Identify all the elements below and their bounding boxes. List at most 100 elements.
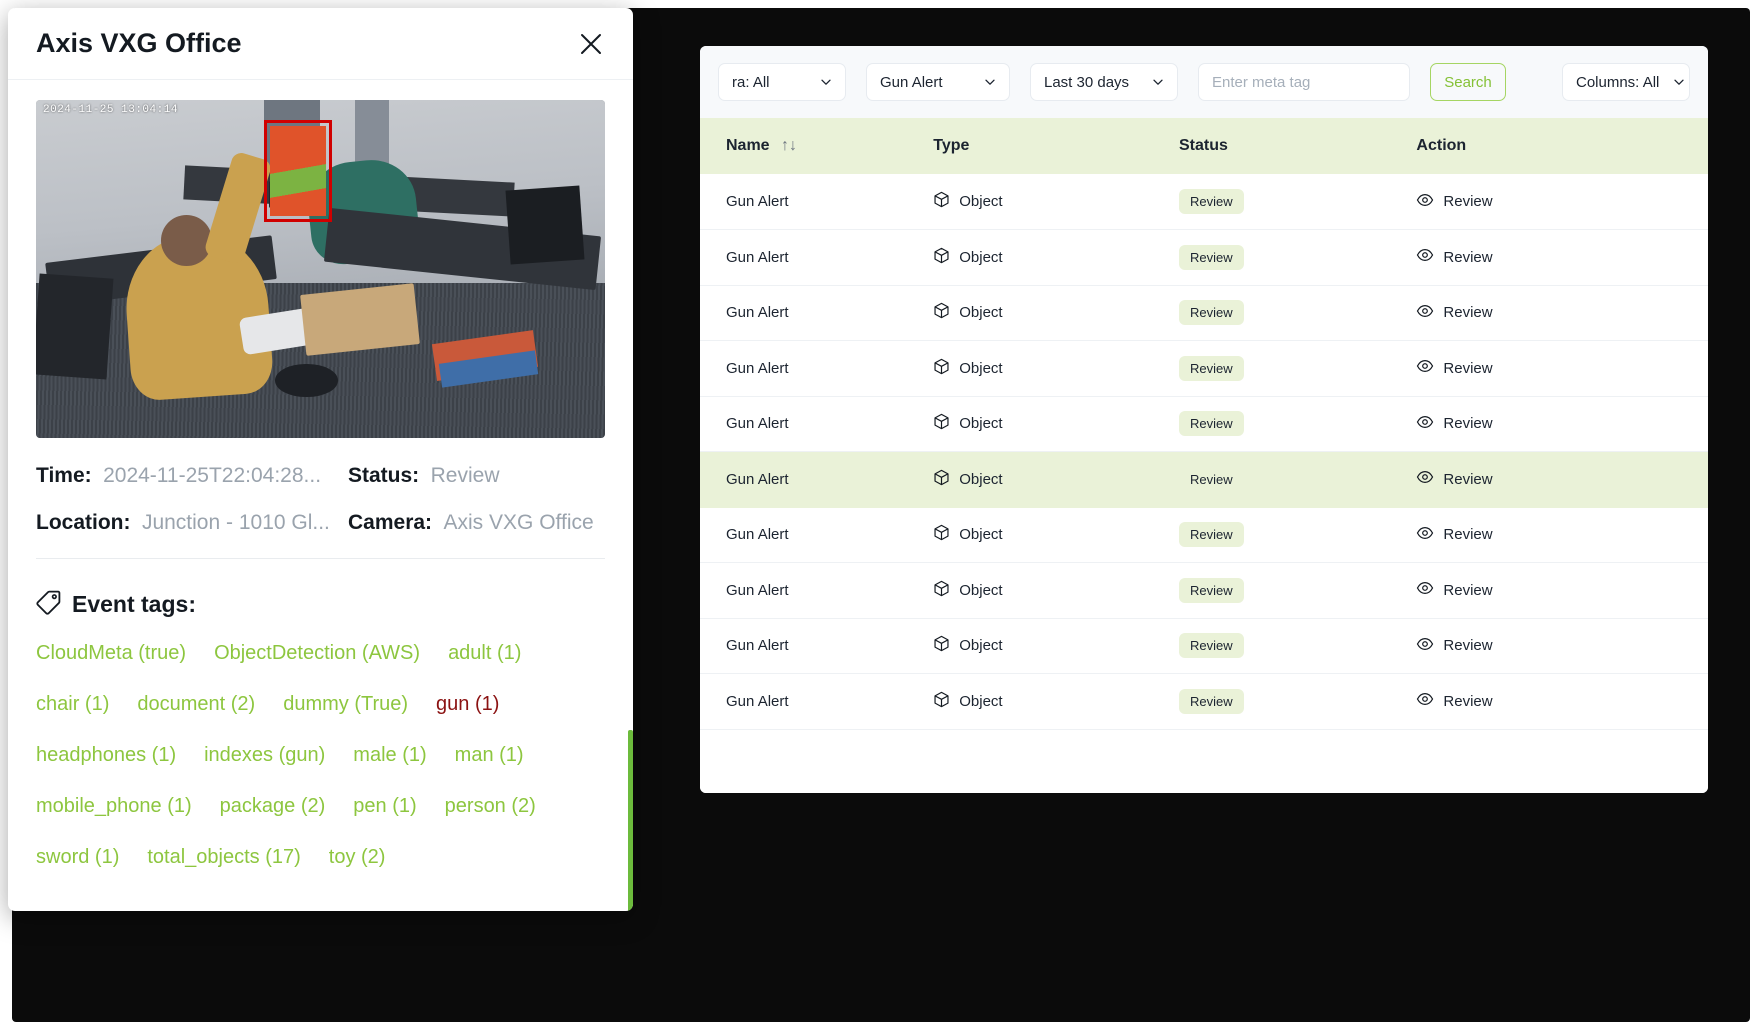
event-tag[interactable]: ObjectDetection (AWS) — [214, 642, 420, 665]
chevron-down-icon — [1673, 76, 1685, 88]
cell-action: Review — [1416, 618, 1708, 674]
cell-action: Review — [1416, 451, 1708, 508]
status-badge: Review — [1179, 411, 1244, 437]
camera-snapshot-large[interactable]: 2024-11-25 13:04:14 — [36, 100, 605, 438]
search-button[interactable]: Search — [1430, 63, 1506, 101]
tags-scrollbar-large[interactable] — [628, 730, 633, 911]
filters-toolbar: ra: All Gun Alert Last 30 days Searc — [700, 46, 1708, 118]
screen-root: ra: All Gun Alert Last 30 days Searc — [0, 0, 1762, 1030]
cell-type-label: Object — [959, 304, 1003, 322]
cell-type: Object — [933, 174, 1179, 230]
status-label: Status: — [348, 464, 420, 487]
event-type-filter-select[interactable]: Gun Alert — [866, 63, 1010, 101]
cell-action: Review — [1416, 174, 1708, 230]
columns-filter-select[interactable]: Columns: All — [1562, 63, 1690, 101]
meta-tag-input[interactable] — [1198, 63, 1410, 101]
cell-status: Review — [1179, 618, 1417, 674]
sort-arrows-icon[interactable]: ↑↓ — [781, 137, 797, 154]
review-action-button[interactable]: Review — [1416, 357, 1708, 379]
event-tag[interactable]: headphones (1) — [36, 744, 176, 767]
review-action-button[interactable]: Review — [1416, 302, 1708, 324]
status-badge: Review — [1179, 688, 1244, 714]
cell-action: Review — [1416, 562, 1708, 619]
date-range-filter-value: Last 30 days — [1044, 73, 1130, 91]
event-detail-modal-body: 2024-11-25 13:04:14 Time: 2024-11-25T22:… — [8, 100, 633, 911]
event-tag[interactable]: document (2) — [137, 693, 255, 716]
review-action-label: Review — [1443, 304, 1493, 322]
cube-icon — [933, 191, 950, 212]
detail-row-time-status: Time: 2024-11-25T22:04:28... Status: Rev… — [36, 464, 605, 488]
table-row[interactable]: Gun Alert Object Review Review — [700, 562, 1708, 619]
status-badge: Review — [1179, 189, 1244, 214]
cube-icon — [933, 580, 950, 601]
cube-icon — [933, 358, 950, 379]
date-range-filter-select[interactable]: Last 30 days — [1030, 63, 1178, 101]
cell-name: Gun Alert — [700, 673, 934, 730]
review-action-button[interactable]: Review — [1416, 191, 1708, 213]
table-row[interactable]: Gun Alert Object Review Review — [700, 174, 1708, 230]
review-action-label: Review — [1443, 415, 1493, 433]
event-tag[interactable]: male (1) — [353, 744, 426, 767]
cell-action: Review — [1416, 673, 1708, 730]
detail-divider-large — [36, 558, 605, 559]
column-header-status[interactable]: Status — [1179, 118, 1417, 174]
cell-name: Gun Alert — [700, 340, 934, 397]
camera-filter-select[interactable]: ra: All — [718, 63, 846, 101]
cell-status: Review — [1179, 340, 1417, 397]
review-action-button[interactable]: Review — [1416, 524, 1708, 546]
column-header-type[interactable]: Type — [933, 118, 1179, 174]
cube-icon — [933, 635, 950, 656]
eye-icon — [1416, 246, 1434, 268]
detail-row-location-camera: Location: Junction - 1010 Gl... Camera: … — [36, 511, 605, 535]
events-table: Name ↑↓ Type Status Action Gun Alert Obje… — [700, 118, 1708, 730]
table-row[interactable]: Gun Alert Object Review Review — [700, 451, 1708, 508]
event-tag[interactable]: person (2) — [445, 795, 536, 818]
cell-status: Review — [1179, 285, 1417, 341]
table-row[interactable]: Gun Alert Object Review Review — [700, 285, 1708, 341]
event-tag[interactable]: pen (1) — [353, 795, 416, 818]
cell-type: Object — [933, 285, 1179, 341]
event-tag[interactable]: chair (1) — [36, 693, 109, 716]
cell-name: Gun Alert — [700, 285, 934, 341]
event-tag[interactable]: gun (1) — [436, 693, 499, 716]
cell-type: Object — [933, 673, 1179, 730]
close-icon[interactable] — [577, 30, 605, 58]
event-tag[interactable]: adult (1) — [448, 642, 521, 665]
review-action-button[interactable]: Review — [1416, 635, 1708, 657]
eye-icon — [1416, 413, 1434, 435]
review-action-button[interactable]: Review — [1416, 690, 1708, 712]
cell-status: Review — [1179, 562, 1417, 619]
review-action-label: Review — [1443, 692, 1493, 710]
review-action-label: Review — [1443, 470, 1493, 488]
table-row[interactable]: Gun Alert Object Review Review — [700, 507, 1708, 563]
event-tag[interactable]: mobile_phone (1) — [36, 795, 192, 818]
event-tag[interactable]: man (1) — [455, 744, 524, 767]
table-row[interactable]: Gun Alert Object Review Review — [700, 618, 1708, 674]
table-row[interactable]: Gun Alert Object Review Review — [700, 340, 1708, 397]
review-action-button[interactable]: Review — [1416, 246, 1708, 268]
review-action-button[interactable]: Review — [1416, 468, 1708, 490]
event-tag[interactable]: dummy (True) — [283, 693, 408, 716]
events-app-window: ra: All Gun Alert Last 30 days Searc — [700, 46, 1708, 793]
detail-field-location: Location: Junction - 1010 Gl... — [36, 511, 348, 535]
event-tag[interactable]: toy (2) — [329, 846, 386, 869]
cell-type-label: Object — [959, 637, 1003, 655]
event-tag[interactable]: package (2) — [220, 795, 326, 818]
cell-type-label: Object — [959, 415, 1003, 433]
event-tag[interactable]: total_objects (17) — [147, 846, 300, 869]
cell-action: Review — [1416, 229, 1708, 286]
event-tag[interactable]: indexes (gun) — [204, 744, 325, 767]
column-header-name[interactable]: Name ↑↓ — [700, 118, 934, 174]
table-row[interactable]: Gun Alert Object Review Review — [700, 673, 1708, 730]
review-action-button[interactable]: Review — [1416, 579, 1708, 601]
review-action-button[interactable]: Review — [1416, 413, 1708, 435]
time-value: 2024-11-25T22:04:28... — [103, 464, 322, 487]
table-row[interactable]: Gun Alert Object Review Review — [700, 396, 1708, 452]
cell-type-label: Object — [959, 359, 1003, 377]
event-tag[interactable]: sword (1) — [36, 846, 119, 869]
detail-field-status: Status: Review — [348, 464, 500, 488]
column-header-action[interactable]: Action — [1416, 118, 1708, 174]
event-tag[interactable]: CloudMeta (true) — [36, 642, 186, 665]
table-row[interactable]: Gun Alert Object Review Review — [700, 229, 1708, 286]
review-action-label: Review — [1443, 526, 1493, 544]
